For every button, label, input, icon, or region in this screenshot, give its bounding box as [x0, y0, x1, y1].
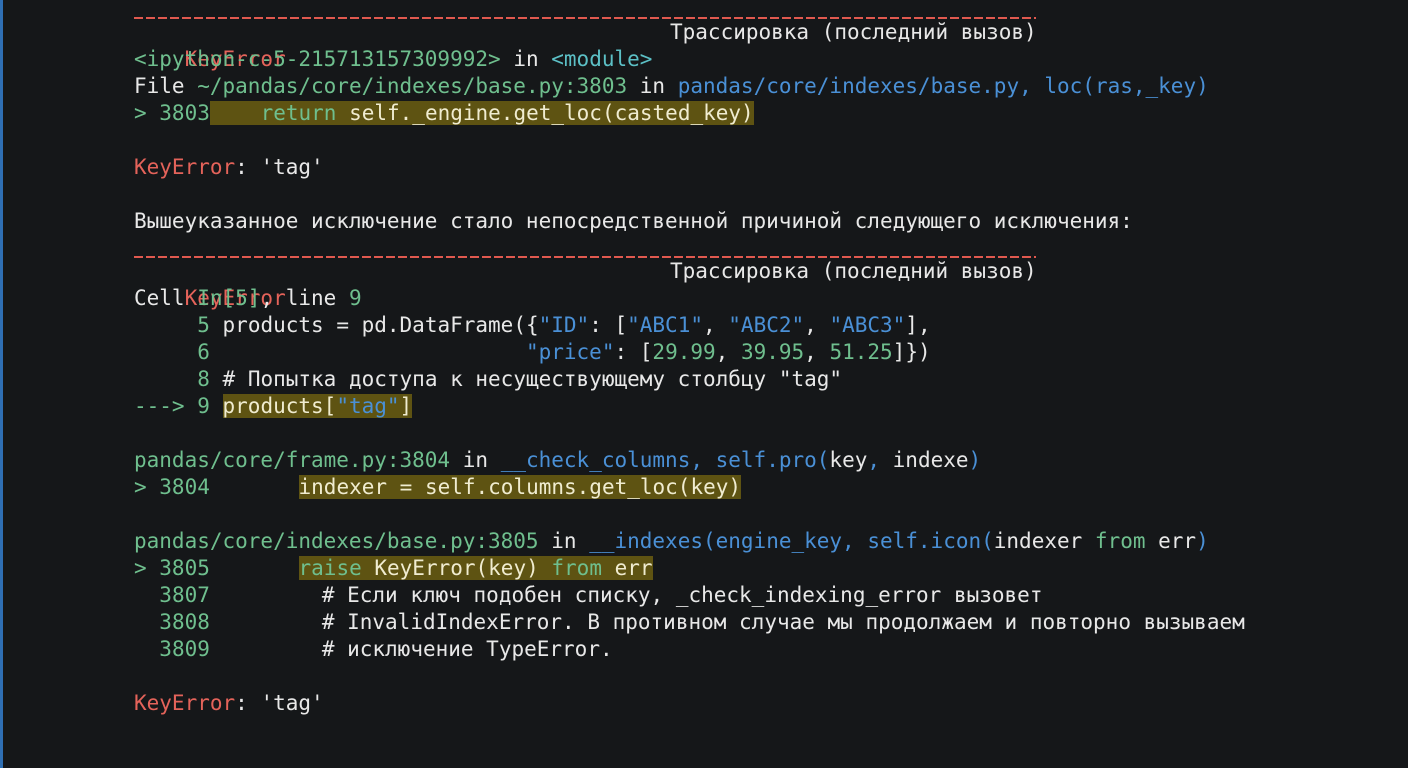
line-number: 6: [197, 340, 210, 364]
cell-reference: Cell In[5], line 9: [134, 285, 1394, 312]
code-text: ,: [804, 313, 830, 337]
file-path-link[interactable]: ~/pandas/core/indexes/base.py:3803: [197, 74, 627, 98]
in-keyword: in: [513, 47, 539, 71]
line-number: 3808: [159, 610, 210, 634]
frame-function: ): [1196, 529, 1209, 553]
cell-line-number: 9: [348, 286, 362, 310]
highlighted-code-line: > 3805 raise KeyError(key) from err: [134, 555, 1394, 582]
in-keyword: in: [639, 74, 666, 98]
code-highlight: products["tag"]: [222, 394, 413, 418]
context-line: 3807 # Если ключ подобен списку, _check_…: [134, 582, 1394, 609]
code-highlight: indexer = self.columns.get_loc(key): [298, 475, 742, 499]
traceback-output: KeyError Трассировка (последний вызов) <…: [134, 5, 1394, 717]
frame-function-arg: indexer: [993, 529, 1083, 553]
cell-label: Cell: [134, 286, 185, 310]
code-text: ],: [905, 313, 931, 337]
frame-location: pandas/core/frame.py:3804 in __check_col…: [134, 447, 1394, 474]
code-text: ]: [399, 394, 413, 418]
string-literal: "price": [525, 340, 615, 364]
frame-function-arg: err: [1158, 529, 1197, 553]
error-message: KeyError: 'tag': [134, 154, 1394, 181]
string-literal: "tag": [336, 394, 400, 418]
frame-file: File ~/pandas/core/indexes/base.py:3803 …: [134, 73, 1394, 100]
highlighted-code-line: > 3803 return self._engine.get_loc(caste…: [134, 100, 1394, 127]
error-text: : 'tag': [235, 691, 324, 715]
code-text: ]}): [892, 340, 931, 364]
frame-location: <ipython-c-5-215713157309992> in <module…: [134, 46, 1394, 73]
file-path-link[interactable]: pandas/core/indexes/base.py:3805: [134, 529, 539, 553]
traceback-header: KeyError Трассировка (последний вызов): [134, 258, 1394, 310]
string-literal: "ID": [538, 313, 590, 337]
code-text: : [: [614, 340, 653, 364]
code-text: products[: [222, 394, 337, 418]
cell-left-indicator: [0, 0, 3, 768]
code-line: 5 products = pd.DataFrame({"ID": ["ABC1"…: [134, 312, 1394, 339]
frame-function: __indexes(engine_key, self.icon(: [589, 529, 994, 553]
error-name: KeyError: [134, 691, 236, 715]
file-label: File: [134, 74, 185, 98]
line-number: 5: [197, 313, 210, 337]
frame-function: __check_columns, self.pro(: [500, 448, 830, 472]
code-comment: # InvalidIndexError. В противном случае …: [321, 610, 1245, 634]
from-keyword: from: [1082, 529, 1159, 553]
code-text: err: [601, 556, 653, 580]
number-literal: 29.99: [652, 340, 716, 364]
frame-function-arg: key: [829, 448, 868, 472]
code-text: ,: [702, 313, 729, 337]
line-arrow: > 3805: [134, 556, 210, 580]
code-line: 6 "price": [29.99, 39.95, 51.25]}): [134, 339, 1394, 366]
in-keyword: in: [551, 529, 577, 553]
frame-function: ): [968, 448, 982, 472]
code-comment: # Если ключ подобен списку, _check_index…: [321, 583, 1043, 607]
code-line: 8 # Попытка доступа к несуществующему ст…: [134, 366, 1394, 393]
traceback-heading: Трассировка (последний вызов): [670, 259, 1037, 283]
line-number: 3809: [159, 637, 210, 661]
frame-function: ,: [867, 448, 893, 472]
line-number: 3807: [159, 583, 210, 607]
code-comment: # исключение TypeError.: [321, 637, 613, 661]
cell-line-label: , line: [260, 286, 337, 310]
frame-function-arg: indexe: [892, 448, 969, 472]
code-highlight: return self._engine.get_loc(casted_key): [210, 101, 754, 125]
cell-in-link[interactable]: In[5]: [197, 286, 260, 310]
code-text: : [: [589, 313, 628, 337]
code-text: products = pd.DataFrame({: [222, 313, 539, 337]
in-keyword: in: [462, 448, 489, 472]
frame-source: <ipython-c-5-215713157309992>: [134, 47, 501, 71]
raise-keyword: raise: [298, 556, 362, 580]
code-comment: # Попытка доступа к несуществующему стол…: [222, 367, 843, 391]
return-keyword: return: [260, 101, 337, 125]
frame-module: <module>: [551, 47, 653, 71]
string-literal: "ABC3": [829, 313, 906, 337]
context-line: 3808 # InvalidIndexError. В противном сл…: [134, 609, 1394, 636]
highlighted-code-line: > 3804 indexer = self.columns.get_loc(ke…: [134, 474, 1394, 501]
line-number: 8: [197, 367, 210, 391]
error-name: KeyError: [134, 155, 236, 179]
from-keyword: from: [551, 556, 602, 580]
frame-function: pandas/core/indexes/base.py, loc(ras,_ke…: [677, 74, 1209, 98]
code-text: ,: [804, 340, 830, 364]
line-arrow: > 3804: [134, 475, 210, 499]
chained-exception-message: Вышеуказанное исключение стало непосредс…: [134, 209, 1133, 233]
line-arrow: > 3803: [134, 101, 210, 125]
code-highlight: raise KeyError(key) from err: [298, 556, 653, 580]
code-text: KeyError(key): [361, 556, 552, 580]
context-line: 3809 # исключение TypeError.: [134, 636, 1394, 663]
traceback-heading: Трассировка (последний вызов): [670, 20, 1037, 44]
code-text: ,: [715, 340, 741, 364]
error-text: : 'tag': [235, 155, 324, 179]
frame-location: pandas/core/indexes/base.py:3805 in __in…: [134, 528, 1394, 555]
file-path-link[interactable]: pandas/core/frame.py:3804: [134, 448, 450, 472]
highlighted-code-line: ---> 9 products["tag"]: [134, 393, 1394, 420]
number-literal: 39.95: [740, 340, 805, 364]
code-text: self._engine.get_loc(casted_key): [349, 101, 754, 125]
number-literal: 51.25: [829, 340, 893, 364]
error-message: KeyError: 'tag': [134, 690, 1394, 717]
line-arrow: ---> 9: [134, 394, 210, 418]
string-literal: "ABC2": [728, 313, 805, 337]
string-literal: "ABC1": [627, 313, 703, 337]
traceback-header: KeyError Трассировка (последний вызов): [134, 19, 1394, 71]
